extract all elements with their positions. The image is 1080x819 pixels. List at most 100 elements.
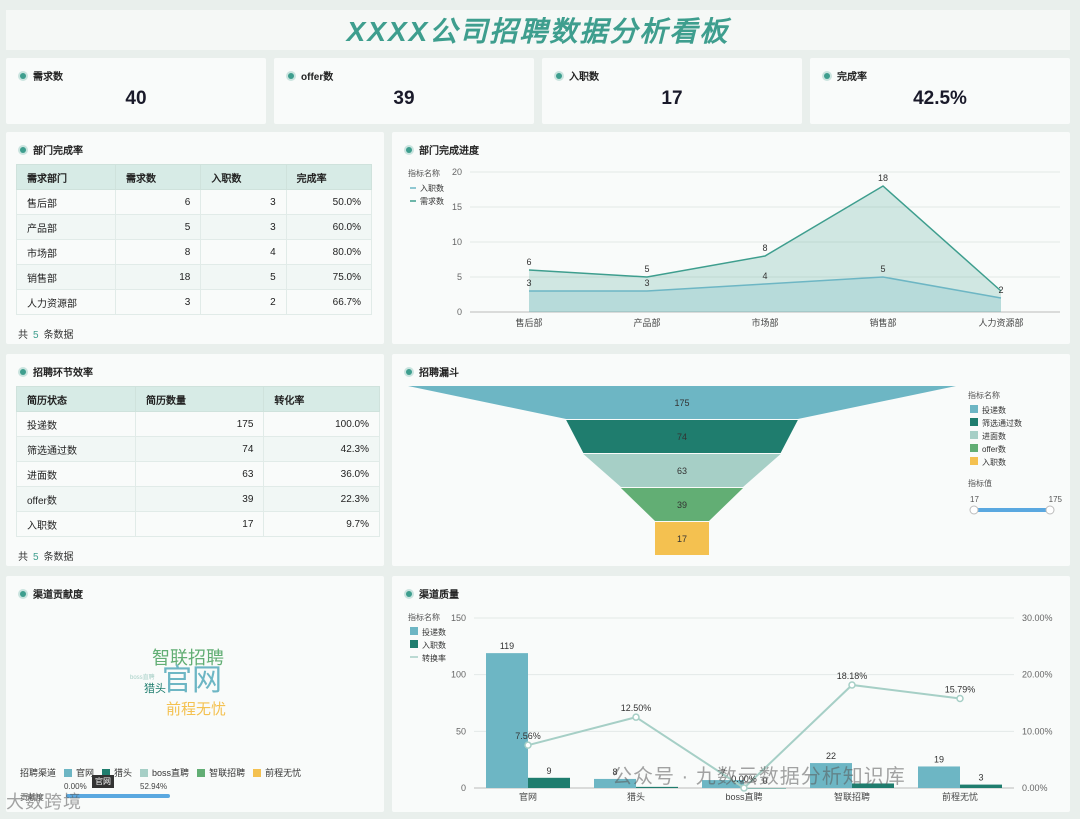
data-label: 5	[880, 264, 885, 274]
table-row[interactable]: 产品部 5 3 60.0%	[16, 214, 373, 240]
rate-label: 7.56%	[515, 731, 541, 741]
card-title: 招聘环节效率	[33, 368, 93, 379]
table-row[interactable]: 投递数 175 100.0%	[16, 411, 380, 437]
legend-item: 入职数	[422, 640, 446, 650]
table-row[interactable]: 进面数 63 36.0%	[16, 461, 380, 487]
funnel-value-label: 39	[677, 500, 687, 510]
bullet-icon	[824, 72, 830, 79]
kpi-label: 完成率	[837, 72, 867, 83]
range-slider-track	[974, 508, 1050, 512]
legend-item[interactable]: 前程无忧	[265, 766, 301, 779]
data-label: 18	[878, 173, 888, 183]
y-tick-label: 20	[452, 167, 462, 177]
watermark-left: 大数跨境	[6, 792, 82, 812]
kpi-label: 入职数	[569, 72, 599, 83]
legend-item[interactable]: 智联招聘	[209, 766, 245, 779]
table-row[interactable]: offer数 39 22.3%	[16, 486, 380, 512]
y-left-tick-label: 0	[461, 783, 466, 793]
range-title: 指标值	[968, 478, 992, 488]
column-header[interactable]: 需求部门	[16, 164, 116, 190]
bullet-icon	[20, 590, 26, 597]
y-tick-label: 10	[452, 237, 462, 247]
bullet-icon	[556, 72, 562, 79]
column-header[interactable]: 入职数	[200, 164, 287, 190]
y-tick-label: 5	[457, 272, 462, 282]
column-header[interactable]: 完成率	[285, 164, 373, 190]
x-tick-label: 智联招聘	[834, 791, 870, 802]
legend-item: 投递数	[422, 627, 446, 637]
x-tick-label: 市场部	[751, 317, 778, 328]
table-row[interactable]: 人力资源部 3 2 66.7%	[16, 289, 373, 315]
y-tick-label: 0	[457, 307, 462, 317]
x-tick-label: boss直聘	[725, 791, 762, 802]
legend-item: 需求数	[420, 196, 444, 206]
range-right-label: 52.94%	[140, 782, 168, 791]
stage-table: 简历状态 简历数量 转化率 投递数 175 100.0% 筛选通过数 74 42.3% …	[16, 386, 380, 537]
bullet-icon	[288, 72, 294, 79]
bullet-icon	[20, 72, 26, 79]
column-header[interactable]: 简历数量	[134, 386, 265, 412]
data-label: 5	[644, 264, 649, 274]
legend-swatch	[970, 444, 978, 452]
legend-item[interactable]: boss直聘	[152, 766, 189, 779]
funnel-value-label: 175	[674, 398, 689, 408]
legend-title: 指标名称	[968, 390, 1000, 400]
channel-card: 渠道贡献度 智联招聘 官网 猎头 前程无忧 boss直聘 招聘渠道 官网 猎头 …	[6, 576, 384, 812]
data-label: 4	[762, 271, 767, 281]
word-guanwang[interactable]: 官网	[162, 664, 222, 698]
table-row[interactable]: 筛选通过数 74 42.3%	[16, 436, 380, 462]
legend-swatch	[253, 768, 262, 777]
legend-item: 投递数	[982, 405, 1006, 415]
bar-label: 19	[934, 754, 944, 764]
word-boss[interactable]: boss直聘	[130, 672, 155, 681]
legend-swatch	[970, 418, 978, 426]
y-left-tick-label: 50	[456, 726, 466, 736]
rate-point	[632, 713, 640, 721]
kpi-card-completion: 完成率 42.5%	[810, 58, 1070, 124]
bar-hires	[960, 784, 1002, 788]
legend-item: 筛选通过数	[982, 418, 1022, 428]
funnel-value-label: 17	[677, 534, 687, 544]
rate-label: 18.18%	[837, 671, 868, 681]
legend-swatch	[970, 457, 978, 465]
column-header[interactable]: 需求数	[114, 164, 202, 190]
legend-swatch	[970, 431, 978, 439]
table-row[interactable]: 售后部 6 3 50.0%	[16, 189, 373, 215]
legend-item: offer数	[982, 444, 1006, 454]
table-row[interactable]: 入职数 17 9.7%	[16, 511, 380, 537]
kpi-value: 40	[125, 88, 147, 109]
kpi-value: 42.5%	[913, 88, 967, 109]
funnel-card: 招聘漏斗 175 74 63 39 17 指标名称 投递数 筛选通过数 进面数 offer数 入职数…	[392, 354, 1070, 566]
column-header[interactable]: 简历状态	[16, 386, 136, 412]
x-tick-label: 官网	[519, 791, 537, 802]
legend-item: 入职数	[982, 457, 1006, 467]
legend-swatch	[140, 768, 149, 777]
y-tick-label: 15	[452, 202, 462, 212]
y-left-tick-label: 100	[451, 670, 466, 680]
bar-applications	[486, 653, 528, 788]
funnel-value-label: 74	[677, 432, 687, 442]
range-min: 17	[970, 495, 979, 504]
x-tick-label: 销售部	[869, 317, 896, 328]
card-title: 部门完成率	[33, 146, 83, 157]
word-qiancheng[interactable]: 前程无忧	[166, 698, 226, 719]
data-label: 3	[644, 278, 649, 288]
row-count: 共 5 条数据	[18, 552, 74, 563]
bullet-icon	[20, 368, 26, 375]
bar-applications	[918, 766, 960, 788]
y-right-tick-label: 20.00%	[1022, 670, 1053, 680]
legend-title: 指标名称	[408, 168, 440, 178]
legend-swatch	[410, 627, 418, 635]
watermark-right: 公众号 · 九数云数据分析知识库	[612, 766, 906, 788]
table-row[interactable]: 销售部 18 5 75.0%	[16, 264, 373, 290]
table-row[interactable]: 市场部 8 4 80.0%	[16, 239, 373, 265]
card-title: 渠道贡献度	[33, 590, 83, 601]
legend-item[interactable]: 猎头	[114, 766, 132, 779]
column-header[interactable]: 转化率	[263, 386, 380, 412]
legend-title: 指标名称	[408, 612, 440, 622]
range-max: 175	[1049, 495, 1063, 504]
word-lietou[interactable]: 猎头	[144, 680, 166, 696]
dashboard-title: XXXX公司招聘数据分析看板	[6, 10, 1070, 50]
bar-label: 9	[546, 766, 551, 776]
rate-point	[956, 694, 964, 703]
